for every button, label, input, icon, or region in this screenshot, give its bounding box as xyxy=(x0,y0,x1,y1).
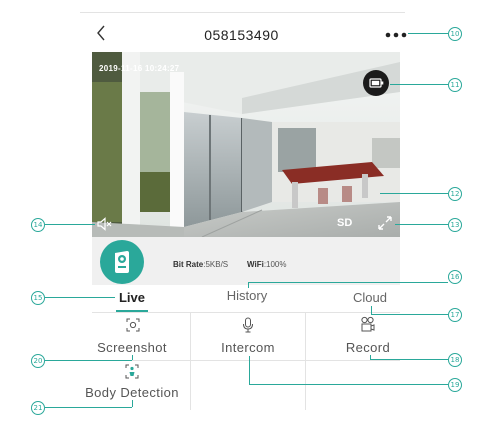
callout-leader-19 xyxy=(249,384,448,385)
callout-leader-18 xyxy=(370,359,448,360)
bitrate-label: Bit Rate xyxy=(173,260,204,269)
grid-divider-2 xyxy=(305,313,306,410)
device-avatar[interactable] xyxy=(100,240,144,284)
callout-leader-11 xyxy=(390,84,448,85)
more-dots-icon xyxy=(385,32,407,38)
body-detection-label: Body Detection xyxy=(85,385,179,400)
callout-leader-19v xyxy=(249,356,250,384)
callout-leader-17v xyxy=(371,306,372,314)
callout-11: 11 xyxy=(448,78,462,92)
fullscreen-expand-icon xyxy=(378,216,392,230)
wifi-value: :100% xyxy=(263,260,287,269)
callout-14: 14 xyxy=(31,218,45,232)
intercom-label: Intercom xyxy=(221,340,275,355)
callout-21: 21 xyxy=(31,401,45,415)
callout-leader-21v xyxy=(132,400,133,407)
screenshot-icon xyxy=(126,318,140,332)
callout-15: 15 xyxy=(31,291,45,305)
record-label: Record xyxy=(345,340,391,355)
fullscreen-button[interactable] xyxy=(377,215,393,231)
tab-history[interactable]: History xyxy=(192,288,302,303)
callout-leader-17 xyxy=(371,314,448,315)
wifi-readout: WiFi:100% xyxy=(247,260,287,269)
callout-18: 18 xyxy=(448,353,462,367)
top-divider xyxy=(80,12,405,13)
record-icon xyxy=(360,316,376,332)
wifi-label: WiFi xyxy=(247,260,264,269)
body-detection-icon xyxy=(125,364,139,379)
device-id-title: 058153490 xyxy=(204,27,279,43)
callout-16: 16 xyxy=(448,270,462,284)
callout-leader-20 xyxy=(45,360,132,361)
grid-row-divider xyxy=(92,360,400,361)
battery-indicator xyxy=(363,70,389,96)
video-quality-toggle[interactable]: SD xyxy=(337,217,352,229)
callout-17: 17 xyxy=(448,308,462,322)
camera-device-icon xyxy=(115,251,129,273)
screenshot-label: Screenshot xyxy=(97,340,167,355)
more-menu-button[interactable] xyxy=(384,28,408,40)
speaker-muted-icon xyxy=(97,217,112,231)
video-timestamp: 2019-11-16 10:24:27 xyxy=(99,64,180,73)
callout-leader-14 xyxy=(45,224,95,225)
microphone-icon xyxy=(242,317,254,333)
callout-leader-12 xyxy=(380,193,448,194)
callout-leader-15 xyxy=(45,297,115,298)
camera-scene-image xyxy=(92,52,400,237)
callout-20: 20 xyxy=(31,354,45,368)
callout-12: 12 xyxy=(448,187,462,201)
callout-leader-21 xyxy=(45,407,132,408)
bitrate-readout: Bit Rate:5KB/S xyxy=(173,260,228,269)
callout-19: 19 xyxy=(448,378,462,392)
tabs-divider xyxy=(92,312,400,313)
callout-leader-20v xyxy=(132,355,133,360)
battery-icon xyxy=(369,78,384,88)
callout-leader-10 xyxy=(408,33,448,34)
callout-leader-13 xyxy=(395,224,448,225)
live-video-feed[interactable]: 2019-11-16 10:24:27 SD xyxy=(92,52,400,237)
bitrate-value: :5KB/S xyxy=(203,260,229,269)
tab-cloud[interactable]: Cloud xyxy=(315,290,425,305)
mute-button[interactable] xyxy=(97,217,113,231)
callout-leader-16 xyxy=(248,282,448,283)
callout-13: 13 xyxy=(448,218,462,232)
callout-10: 10 xyxy=(448,27,462,41)
